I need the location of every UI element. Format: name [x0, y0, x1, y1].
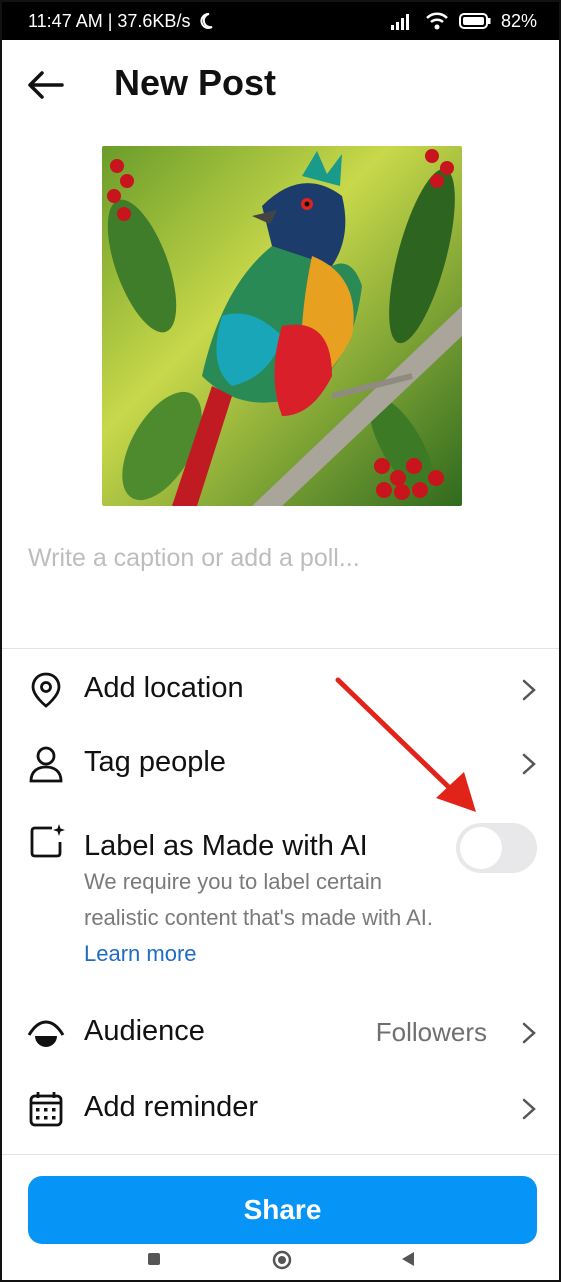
divider — [2, 648, 559, 649]
back-arrow-icon[interactable] — [24, 64, 66, 106]
battery-icon — [458, 13, 491, 29]
page-title: New Post — [114, 62, 277, 103]
chevron-right-icon — [522, 1098, 536, 1120]
calendar-icon — [29, 1092, 63, 1127]
add-reminder-label: Add reminder — [84, 1091, 259, 1123]
ai-label-title: Label as Made with AI — [84, 830, 368, 862]
audience-label: Audience — [84, 1015, 205, 1047]
chevron-right-icon — [522, 753, 536, 775]
location-pin-icon — [31, 672, 61, 708]
new-post-screen: 11:47 AM | 37.6KB/s 82% New Post Write a… — [0, 0, 561, 1282]
tag-people-label: Tag people — [84, 746, 226, 778]
back-nav-icon[interactable] — [400, 1251, 416, 1267]
ai-description-text: We require you to label certain realisti… — [84, 869, 434, 930]
system-nav-bar — [2, 1244, 559, 1280]
chevron-right-icon — [522, 1022, 536, 1044]
chevron-right-icon — [522, 679, 536, 701]
header: New Post — [2, 40, 559, 126]
home-icon[interactable] — [272, 1250, 292, 1270]
share-button[interactable]: Share — [28, 1176, 537, 1244]
add-reminder-row[interactable]: Add reminder — [2, 1073, 559, 1143]
status-bar: 11:47 AM | 37.6KB/s 82% — [2, 2, 559, 40]
recent-apps-icon[interactable] — [147, 1252, 161, 1266]
toggle-knob — [460, 827, 502, 869]
divider — [2, 1154, 559, 1155]
audience-value: Followers — [375, 1017, 487, 1047]
wifi-icon — [426, 12, 448, 30]
caption-input[interactable]: Write a caption or add a poll... — [28, 544, 528, 573]
ai-label-description: We require you to label certain realisti… — [84, 864, 444, 972]
red-annotation-arrow — [335, 677, 476, 812]
battery-level: 82% — [500, 10, 537, 31]
learn-more-link[interactable]: Learn more — [84, 941, 197, 966]
add-location-label: Add location — [84, 672, 244, 704]
post-image-thumbnail[interactable] — [102, 146, 462, 506]
moon-icon — [200, 13, 213, 29]
signal-icon — [390, 14, 409, 30]
audience-row[interactable]: Audience Followers — [2, 997, 559, 1067]
ai-sparkle-frame-icon — [30, 824, 65, 858]
status-time-speed: 11:47 AM | 37.6KB/s — [28, 10, 191, 31]
eye-icon — [27, 1020, 65, 1047]
person-icon — [29, 746, 63, 783]
